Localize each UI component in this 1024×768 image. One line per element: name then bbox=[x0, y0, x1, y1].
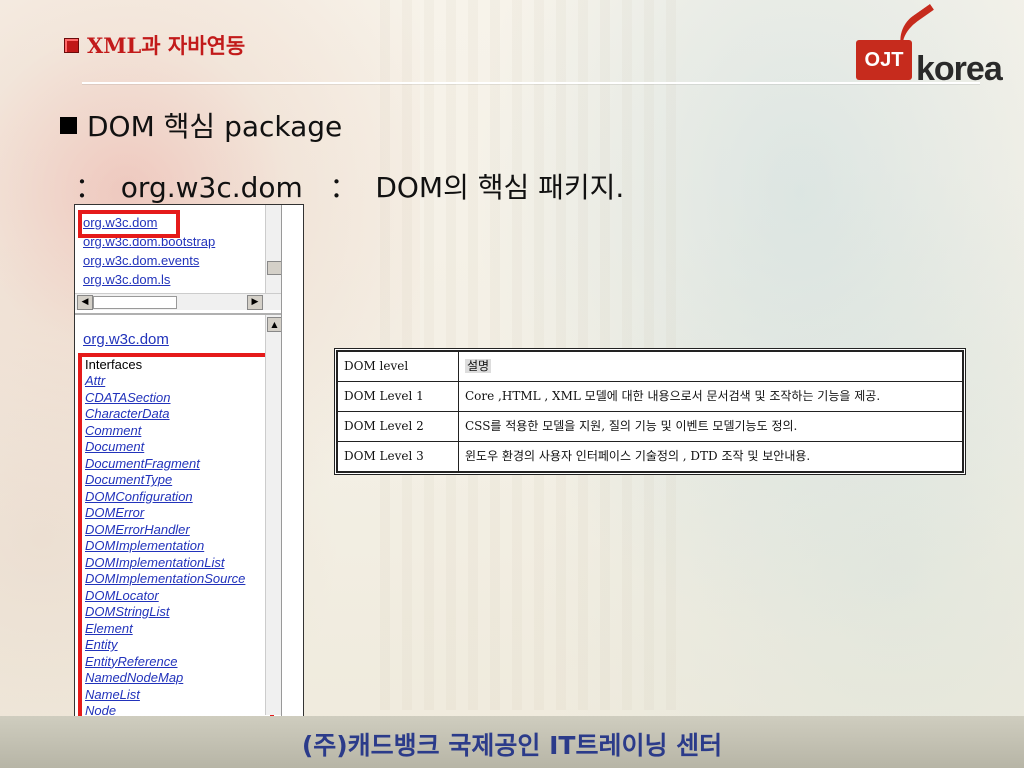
scroll-up-icon[interactable]: ▲ bbox=[267, 317, 282, 332]
sub-heading: ： org.w3c.dom ： DOM의 핵심 패키지. bbox=[75, 171, 625, 204]
highlight-box bbox=[78, 210, 180, 238]
table-cell: DOM Level 2 bbox=[337, 411, 459, 442]
scroll-left-icon[interactable]: ◀ bbox=[77, 295, 93, 310]
table-cell: Core ,HTML , XML 모델에 대한 내용으로서 문서검색 및 조작하… bbox=[458, 381, 963, 412]
package-title-link[interactable]: org.w3c.dom bbox=[83, 331, 169, 348]
main-heading: DOM 핵심 package bbox=[60, 105, 342, 145]
horizontal-scrollbar[interactable]: ◀ ▶ bbox=[75, 293, 281, 310]
javadoc-screenshot: org.w3c.dom org.w3c.dom.bootstrap org.w3… bbox=[74, 204, 304, 718]
logo-word: korea bbox=[916, 50, 1003, 88]
bullet-square-icon bbox=[60, 116, 77, 134]
header-divider bbox=[82, 82, 980, 84]
table-row: DOM Level 3 윈도우 환경의 사용자 인터페이스 기술정의 , DTD… bbox=[337, 441, 963, 472]
table-cell: CSS를 적용한 모델을 지원, 질의 기능 및 이벤트 모델기능도 정의. bbox=[458, 411, 963, 442]
table-cell: DOM Level 1 bbox=[337, 381, 459, 412]
vertical-scrollbar[interactable] bbox=[265, 205, 282, 293]
table-cell: DOM Level 3 bbox=[337, 441, 459, 472]
package-list-frame: org.w3c.dom org.w3c.dom.bootstrap org.w3… bbox=[75, 205, 303, 315]
class-list-frame: org.w3c.dom Interfaces Attr CDATASection… bbox=[75, 315, 282, 717]
table-header: 설명 bbox=[458, 351, 963, 382]
table-row: DOM Level 1 Core ,HTML , XML 모델에 대한 내용으로… bbox=[337, 381, 963, 412]
table-header-row: DOM level 설명 bbox=[337, 351, 963, 382]
highlight-box bbox=[78, 353, 274, 717]
table-row: DOM Level 2 CSS를 적용한 모델을 지원, 질의 기능 및 이벤트… bbox=[337, 411, 963, 442]
table-header: DOM level bbox=[337, 351, 459, 382]
ojt-korea-logo: OJT korea bbox=[852, 3, 1022, 90]
scroll-thumb[interactable] bbox=[267, 261, 282, 275]
footer-bar: (주)캐드뱅크 국제공인 IT트레이닝 센터 bbox=[0, 716, 1024, 768]
footer-text: (주)캐드뱅크 국제공인 IT트레이닝 센터 bbox=[301, 731, 723, 760]
main-heading-text: DOM 핵심 package bbox=[87, 110, 343, 143]
content-frame-edge bbox=[281, 205, 303, 717]
scroll-thumb[interactable] bbox=[93, 296, 177, 309]
table-header-text: 설명 bbox=[465, 359, 492, 373]
package-link[interactable]: org.w3c.dom.events bbox=[83, 251, 215, 270]
package-link[interactable]: org.w3c.dom.ls bbox=[83, 270, 215, 289]
slide-header: XML과 자바연동 bbox=[64, 30, 245, 60]
logo-box: OJT bbox=[856, 40, 912, 80]
red-square-icon bbox=[64, 37, 79, 53]
vertical-scrollbar[interactable]: ▲ bbox=[265, 315, 282, 715]
scroll-right-icon[interactable]: ▶ bbox=[247, 295, 263, 310]
table-cell: 윈도우 환경의 사용자 인터페이스 기술정의 , DTD 조작 및 보안내용. bbox=[458, 441, 963, 472]
dom-level-table: DOM level 설명 DOM Level 1 Core ,HTML , XM… bbox=[334, 348, 966, 475]
header-title: XML과 자바연동 bbox=[87, 33, 246, 58]
